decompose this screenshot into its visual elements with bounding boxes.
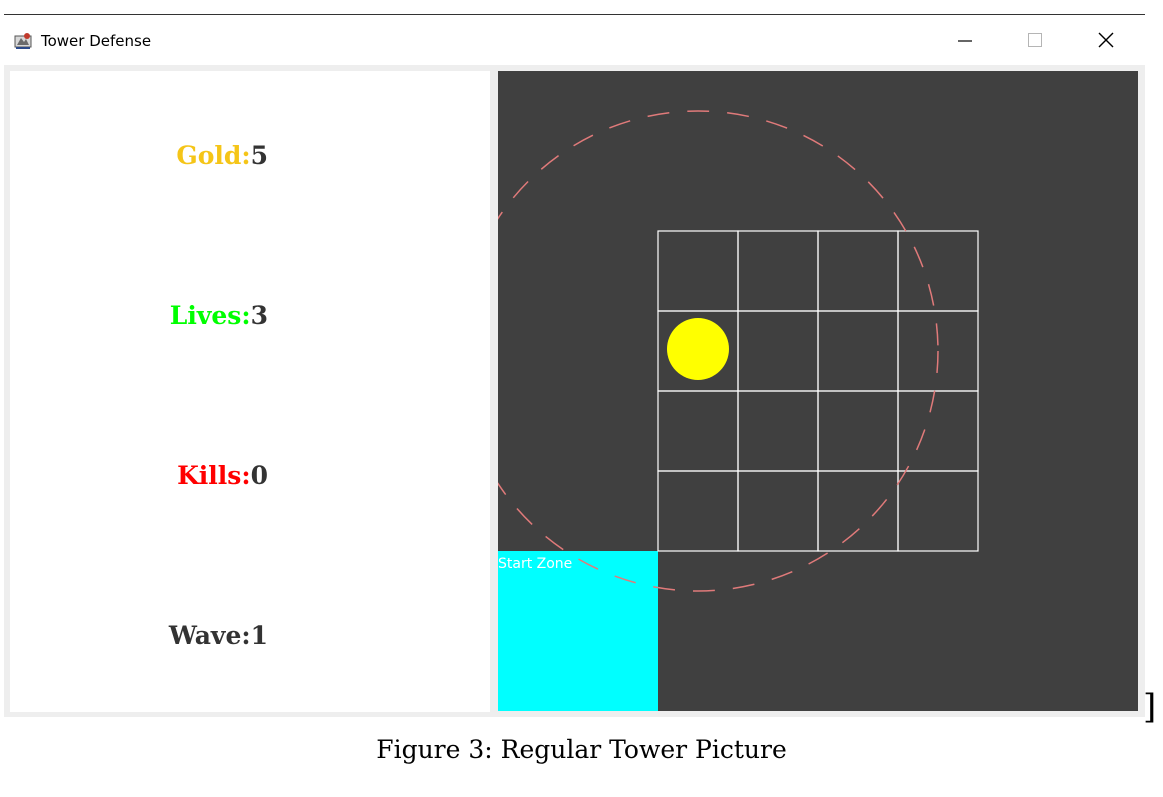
lives-value: 3 [250,301,268,330]
lives-label: Lives: [169,301,251,330]
kills-label: Kills: [177,461,251,490]
lives-stat: Lives:3 [170,301,268,331]
start-zone-label: Start Zone [498,556,573,572]
tower-grid[interactable] [657,230,979,552]
regular-tower[interactable] [667,318,729,380]
start-zone[interactable] [498,551,658,711]
close-button[interactable] [1083,23,1129,57]
minimize-button[interactable] [942,23,988,57]
minimize-icon [958,40,972,42]
stats-panel: Gold:5 Lives:3 Kills:0 Wave:1 [10,71,490,712]
gold-value: 5 [250,141,268,170]
java-app-icon [14,33,32,49]
window-title: Tower Defense [41,32,152,50]
grid-cell[interactable] [657,470,739,552]
grid-cell[interactable] [737,470,819,552]
maximize-button[interactable] [1012,23,1058,57]
title-bar[interactable]: Tower Defense [4,15,1145,65]
stray-bracket: ] [1143,687,1157,727]
grid-cell[interactable] [817,470,899,552]
game-board[interactable]: Start Zone [498,71,1138,711]
grid-cell[interactable] [737,390,819,472]
grid-cell[interactable] [897,390,979,472]
kills-stat: Kills:0 [177,461,268,491]
gold-stat: Gold:5 [176,141,268,171]
wave-value: 1 [250,621,268,650]
grid-cell[interactable] [897,470,979,552]
grid-cell[interactable] [897,230,979,312]
grid-cell[interactable] [657,390,739,472]
maximize-icon [1028,33,1042,47]
app-window: Tower Defense Gold:5 Lives:3 Kills:0 Wav… [4,15,1145,717]
figure-caption: Figure 3: Regular Tower Picture [376,735,787,764]
wave-stat: Wave:1 [169,621,268,651]
game-board-canvas[interactable] [498,71,1138,711]
grid-cell[interactable] [817,310,899,392]
grid-cell[interactable] [737,230,819,312]
close-icon [1098,32,1114,48]
grid-cell[interactable] [657,230,739,312]
wave-label: Wave: [168,621,251,650]
grid-cell[interactable] [737,310,819,392]
grid-cell[interactable] [817,390,899,472]
kills-value: 0 [250,461,268,490]
gold-label: Gold: [176,141,251,170]
grid-cell[interactable] [817,230,899,312]
